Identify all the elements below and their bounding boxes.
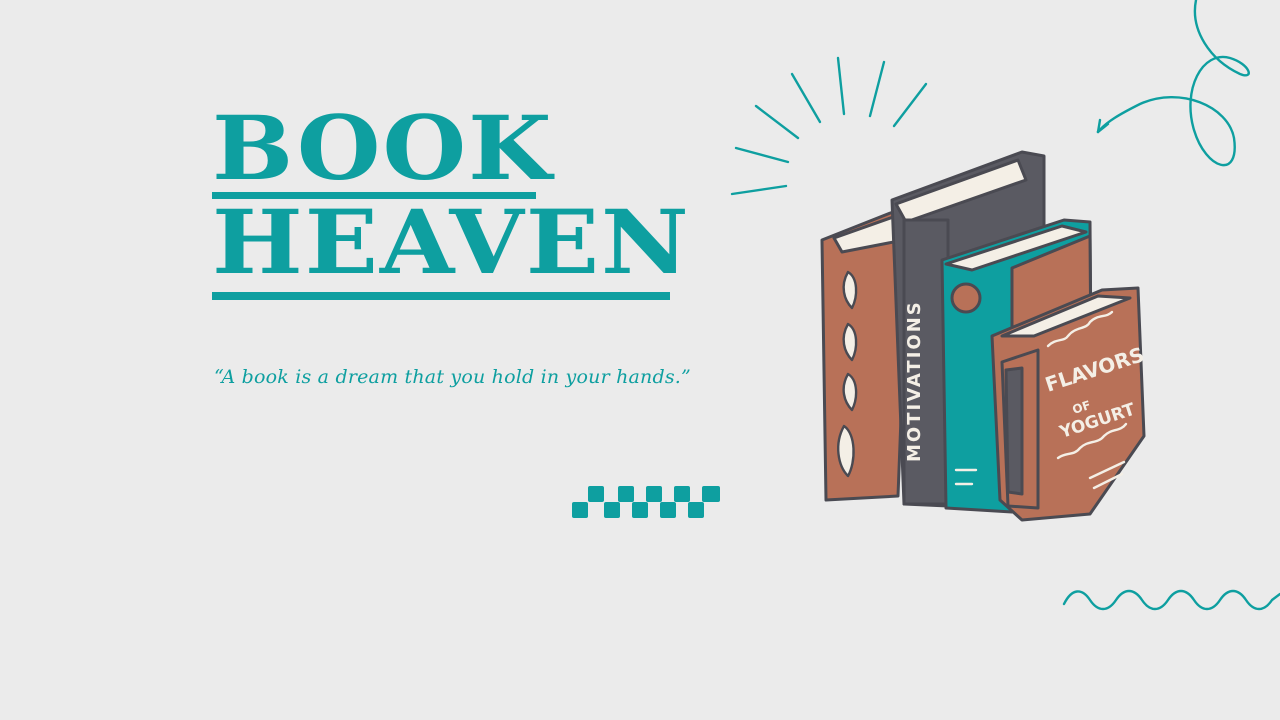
title-line-heaven: HEAVEN	[212, 190, 691, 294]
title-underline-2	[212, 292, 670, 300]
title-block: BOOK HEAVEN	[212, 96, 691, 294]
quote-text: “A book is a dream that you hold in your…	[214, 366, 691, 388]
svg-text:MOTIVATIONS: MOTIVATIONS	[904, 300, 925, 462]
checker-pattern-decoration	[572, 486, 720, 518]
wavy-line-decoration	[1062, 589, 1280, 611]
title-underline-1	[212, 192, 536, 199]
books-illustration: FLAVORS OF YOGURT MOTIVATIONS	[820, 150, 1147, 522]
title-line-book: BOOK	[212, 96, 554, 200]
